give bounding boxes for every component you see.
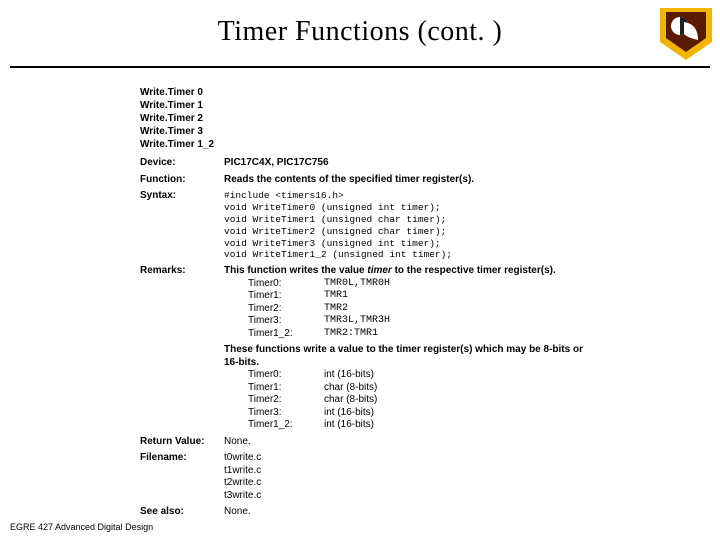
filename-item: t0write.c: [224, 452, 590, 465]
reg-name: TMR1: [324, 290, 590, 303]
bit-timer: Timer2:: [248, 394, 324, 407]
seealso-value: None.: [224, 506, 590, 519]
title-rule: [10, 66, 710, 68]
bit-type: char (8-bits): [324, 382, 590, 395]
reg-timer: Timer2:: [248, 303, 324, 316]
syntax-row: Syntax: #include <timers16.h> void Write…: [140, 190, 590, 261]
function-row: Function: Reads the contents of the spec…: [140, 174, 590, 187]
device-row: Device: PIC17C4X, PIC17C756: [140, 157, 590, 170]
remarks-text-2: These functions write a value to the tim…: [224, 344, 590, 369]
reg-name: TMR0L,TMR0H: [324, 278, 590, 291]
reg-map: Timer0:TMR0L,TMR0H Timer1:TMR1 Timer2:TM…: [224, 278, 590, 341]
slide-footer: EGRE 427 Advanced Digital Design: [10, 522, 153, 532]
syntax-line: void WriteTimer2 (unsigned char timer);: [224, 226, 590, 238]
return-label: Return Value:: [140, 436, 224, 449]
syntax-line: void WriteTimer1 (unsigned char timer);: [224, 214, 590, 226]
function-names: Write.Timer 0 Write.Timer 1 Write.Timer …: [140, 86, 590, 151]
corner-logo: [660, 8, 712, 60]
reg-timer: Timer1:: [248, 290, 324, 303]
syntax-line: #include <timers16.h>: [224, 190, 590, 202]
return-value: None.: [224, 436, 590, 449]
reg-name: TMR2:TMR1: [324, 328, 590, 341]
fn-name: Write.Timer 3: [140, 125, 590, 138]
bit-type: int (16-bits): [324, 369, 590, 382]
bit-timer: Timer0:: [248, 369, 324, 382]
bit-timer: Timer1:: [248, 382, 324, 395]
remarks-text-b: to the respective timer register(s).: [392, 265, 556, 276]
reg-name: TMR3L,TMR3H: [324, 315, 590, 328]
fn-name: Write.Timer 0: [140, 86, 590, 99]
fn-name: Write.Timer 2: [140, 112, 590, 125]
bit-type: char (8-bits): [324, 394, 590, 407]
reg-timer: Timer0:: [248, 278, 324, 291]
syntax-line: void WriteTimer3 (unsigned int timer);: [224, 238, 590, 250]
remarks-text-i: timer: [367, 265, 391, 276]
device-label: Device:: [140, 157, 224, 170]
filename-item: t2write.c: [224, 477, 590, 490]
function-label: Function:: [140, 174, 224, 187]
reg-name: TMR2: [324, 303, 590, 316]
filename-item: t1write.c: [224, 465, 590, 478]
seealso-row: See also: None.: [140, 506, 590, 519]
page-title: Timer Functions (cont. ): [0, 16, 720, 48]
syntax-line: void WriteTimer1_2 (unsigned int timer);: [224, 249, 590, 261]
device-value: PIC17C4X, PIC17C756: [224, 157, 590, 170]
bit-timer: Timer1_2:: [248, 419, 324, 432]
bit-type: int (16-bits): [324, 407, 590, 420]
reg-timer: Timer3:: [248, 315, 324, 328]
return-row: Return Value: None.: [140, 436, 590, 449]
syntax-line: void WriteTimer0 (unsigned int timer);: [224, 202, 590, 214]
reg-timer: Timer1_2:: [248, 328, 324, 341]
bit-map: Timer0:int (16-bits) Timer1:char (8-bits…: [224, 369, 590, 432]
remarks-text: This function writes the value timer to …: [224, 265, 590, 278]
remarks-label: Remarks:: [140, 265, 224, 432]
seealso-label: See also:: [140, 506, 224, 519]
bit-type: int (16-bits): [324, 419, 590, 432]
fn-name: Write.Timer 1_2: [140, 138, 590, 151]
fn-name: Write.Timer 1: [140, 99, 590, 112]
filename-label: Filename:: [140, 452, 224, 502]
doc-excerpt: Write.Timer 0 Write.Timer 1 Write.Timer …: [140, 86, 590, 519]
remarks-row: Remarks: This function writes the value …: [140, 265, 590, 432]
function-value: Reads the contents of the specified time…: [224, 174, 590, 187]
bit-timer: Timer3:: [248, 407, 324, 420]
filename-row: Filename: t0write.c t1write.c t2write.c …: [140, 452, 590, 502]
remarks-text-a: This function writes the value: [224, 265, 367, 276]
filename-item: t3write.c: [224, 490, 590, 503]
syntax-label: Syntax:: [140, 190, 224, 261]
